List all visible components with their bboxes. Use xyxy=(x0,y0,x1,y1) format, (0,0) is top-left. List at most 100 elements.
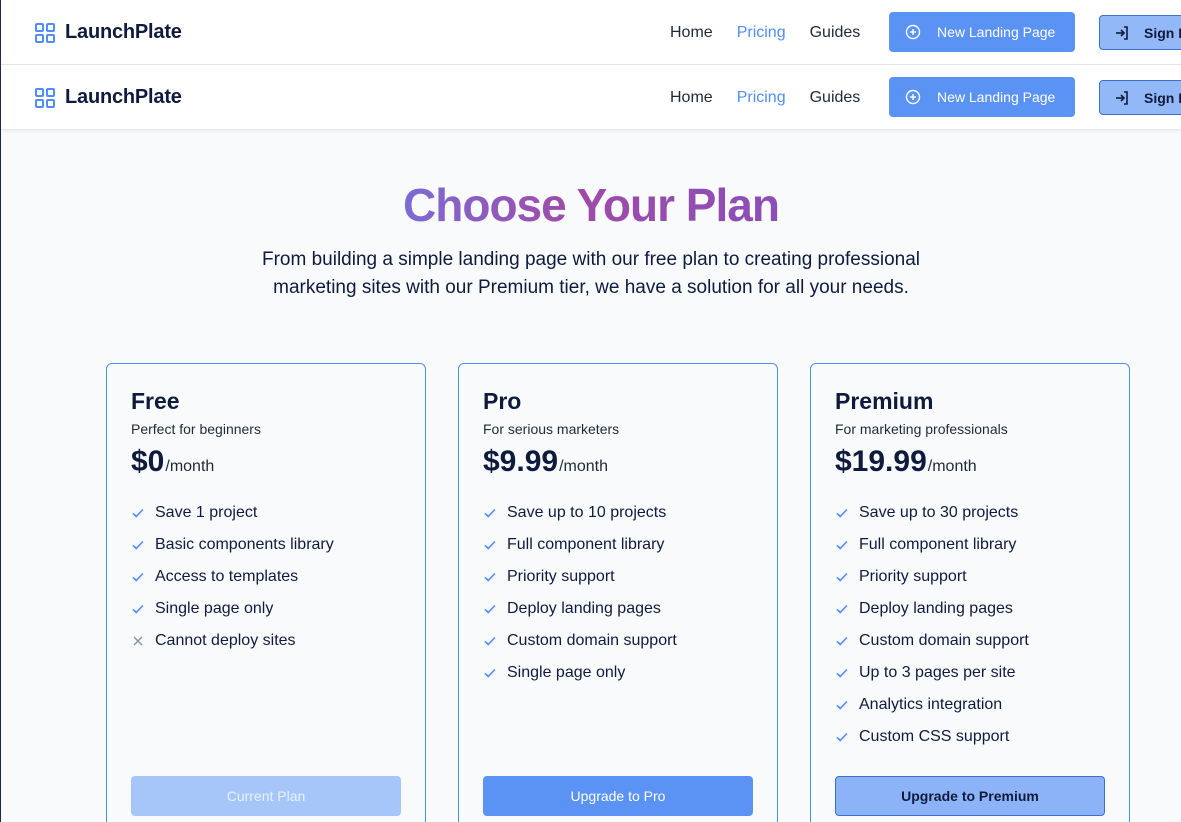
plan-name: Pro xyxy=(483,388,522,414)
nav-links: Home Pricing Guides xyxy=(670,0,884,65)
app-frame: LaunchPlate Home Pricing Guides New Land… xyxy=(0,0,1181,822)
check-icon xyxy=(483,506,507,520)
feature-text: Priority support xyxy=(859,568,967,585)
sign-in-button[interactable]: Sign In xyxy=(1099,15,1181,50)
feature-list: Save up to 10 projects Full component lib… xyxy=(483,497,753,689)
plan-period: /month xyxy=(559,458,608,475)
feature-item: Access to templates xyxy=(131,561,401,593)
plan-period: /month xyxy=(165,458,215,475)
check-icon xyxy=(483,538,507,552)
feature-text: Deploy landing pages xyxy=(859,600,1013,617)
feature-text: Full component library xyxy=(859,536,1017,553)
upgrade-to-premium-button[interactable]: Upgrade to Premium xyxy=(835,776,1105,816)
nav-link-home[interactable]: Home xyxy=(670,89,713,107)
check-icon xyxy=(835,666,859,680)
sign-in-button[interactable]: Sign In xyxy=(1099,80,1181,115)
new-landing-page-button[interactable]: New Landing Page xyxy=(889,77,1075,117)
feature-list: Save up to 30 projects Full component lib… xyxy=(835,497,1105,753)
sign-in-label: Sign In xyxy=(1144,24,1181,41)
feature-text: Full component library xyxy=(507,536,665,553)
feature-list: Save 1 project Basic components library Ac… xyxy=(131,497,401,657)
plan-tagline: Perfect for beginners xyxy=(131,421,261,437)
plan-tagline: For marketing professionals xyxy=(835,421,1008,437)
logo-grid-icon xyxy=(35,22,55,43)
feature-text: Save up to 10 projects xyxy=(507,504,667,521)
feature-text: Custom domain support xyxy=(859,632,1029,649)
nav-link-pricing[interactable]: Pricing xyxy=(737,89,786,107)
sign-in-label: Sign In xyxy=(1144,89,1181,106)
feature-item: Save 1 project xyxy=(131,497,401,529)
feature-item: Analytics integration xyxy=(835,689,1105,721)
pricing-hero: Choose Your Plan From building a simple … xyxy=(1,178,1181,302)
check-icon xyxy=(835,602,859,616)
check-icon xyxy=(835,570,859,584)
check-icon xyxy=(835,634,859,648)
check-icon xyxy=(131,506,155,520)
check-icon xyxy=(483,602,507,616)
feature-item: Full component library xyxy=(835,529,1105,561)
feature-item: Cannot deploy sites xyxy=(131,625,401,657)
feature-text: Save up to 30 projects xyxy=(859,504,1019,521)
feature-text: Basic components library xyxy=(155,536,334,553)
feature-text: Single page only xyxy=(507,664,626,681)
plan-name: Premium xyxy=(835,388,934,414)
feature-text: Analytics integration xyxy=(859,696,1003,713)
plan-price-row: $0 /month xyxy=(131,445,401,479)
feature-item: Save up to 10 projects xyxy=(483,497,753,529)
brand-name: LaunchPlate xyxy=(65,86,182,108)
plan-card-premium: Premium For marketing professionals $19.… xyxy=(810,363,1130,822)
plan-tagline: For serious marketers xyxy=(483,421,620,437)
nav-link-guides[interactable]: Guides xyxy=(810,24,861,42)
check-icon xyxy=(131,602,155,616)
feature-item: Single page only xyxy=(131,593,401,625)
logo-grid-icon xyxy=(35,87,55,108)
feature-item: Deploy landing pages xyxy=(835,593,1105,625)
feature-item: Priority support xyxy=(483,561,753,593)
feature-item: Basic components library xyxy=(131,529,401,561)
current-plan-button[interactable]: Current Plan xyxy=(131,776,401,816)
plan-price: $0 xyxy=(131,445,165,478)
page-subtitle: From building a simple landing page with… xyxy=(262,249,920,298)
plan-price: $19.99 xyxy=(835,445,927,478)
feature-text: Access to templates xyxy=(155,568,299,585)
brand-name: LaunchPlate xyxy=(65,21,182,43)
brand[interactable]: LaunchPlate xyxy=(34,0,182,65)
plus-circle-icon xyxy=(905,89,921,105)
nav-link-home[interactable]: Home xyxy=(670,24,713,42)
plan-card-free: Free Perfect for beginners $0 /month Sav… xyxy=(106,363,426,822)
upgrade-to-pro-button[interactable]: Upgrade to Pro xyxy=(483,776,753,816)
check-icon xyxy=(483,570,507,584)
top-navbar: LaunchPlate Home Pricing Guides New Land… xyxy=(1,0,1181,65)
brand[interactable]: LaunchPlate xyxy=(34,65,182,130)
page-title: Choose Your Plan xyxy=(403,179,780,231)
x-icon xyxy=(131,634,155,648)
feature-item: Single page only xyxy=(483,657,753,689)
new-landing-page-button[interactable]: New Landing Page xyxy=(889,12,1075,52)
check-icon xyxy=(131,538,155,552)
check-icon xyxy=(835,538,859,552)
plan-price: $9.99 xyxy=(483,445,559,478)
feature-item: Custom domain support xyxy=(835,625,1105,657)
plus-circle-icon xyxy=(905,24,921,40)
plan-name: Free xyxy=(131,388,180,414)
feature-text: Save 1 project xyxy=(155,504,258,521)
new-landing-page-label: New Landing Page xyxy=(937,24,1056,40)
plan-period: /month xyxy=(927,458,977,475)
nav-link-pricing[interactable]: Pricing xyxy=(737,24,786,42)
check-icon xyxy=(835,730,859,744)
feature-item: Custom CSS support xyxy=(835,721,1105,753)
sticky-navbar: LaunchPlate Home Pricing Guides New Land… xyxy=(1,65,1181,130)
check-icon xyxy=(835,506,859,520)
plan-price-row: $19.99 /month xyxy=(835,445,1105,479)
sign-in-arrow-icon xyxy=(1116,25,1128,40)
check-icon xyxy=(483,666,507,680)
check-icon xyxy=(131,570,155,584)
feature-item: Full component library xyxy=(483,529,753,561)
feature-item: Up to 3 pages per site xyxy=(835,657,1105,689)
feature-text: Cannot deploy sites xyxy=(155,632,296,649)
new-landing-page-label: New Landing Page xyxy=(937,89,1056,105)
nav-link-guides[interactable]: Guides xyxy=(810,89,861,107)
feature-text: Single page only xyxy=(155,600,274,617)
feature-item: Save up to 30 projects xyxy=(835,497,1105,529)
feature-item: Priority support xyxy=(835,561,1105,593)
